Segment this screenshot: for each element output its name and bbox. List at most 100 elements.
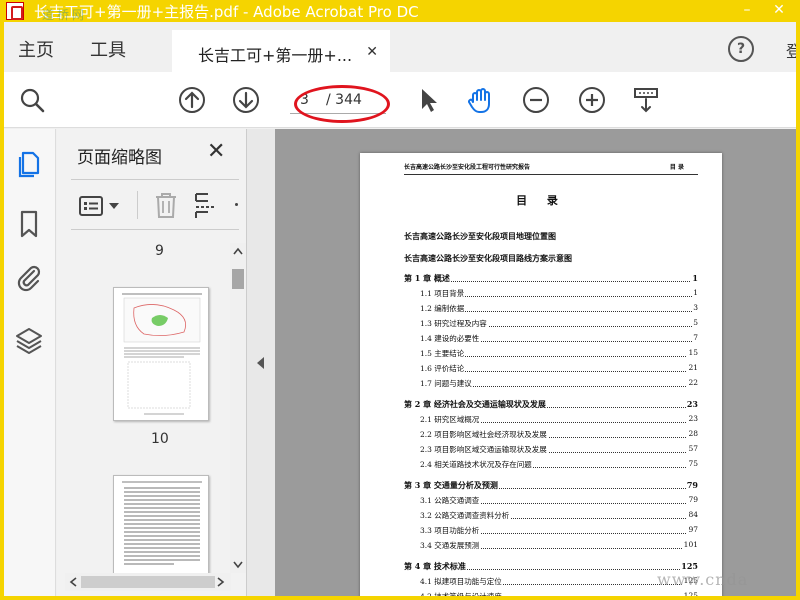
toc-page-number: 23 [685,399,698,409]
divider [71,229,239,230]
toc-chapter-row[interactable]: 第 3 章 交通量分析及预测 79 [360,480,722,491]
toc-entry-text: 1.5 主要结论 [420,348,466,359]
toc-entry-text: 1.7 问题与建议 [420,378,473,389]
thumbnail-page-10[interactable] [113,475,209,575]
scroll-left-icon[interactable] [69,577,77,587]
toc-section-row[interactable]: 2.3 项目影响区域交通运输现状及发展 57 [360,444,722,455]
zoom-out-icon[interactable] [522,86,550,114]
toc-section-row[interactable]: 1.6 评价结论 21 [360,363,722,374]
scroll-down-icon[interactable] [233,561,243,569]
toc-page-number: 15 [687,348,698,357]
tab-document[interactable]: 长吉工可+第一册+... ✕ [172,30,390,72]
toc-chapter-row[interactable]: 第 1 章 概述 1 [360,273,722,284]
thumbnail-label: 9 [155,243,164,259]
close-tab-button[interactable]: ✕ [366,44,378,60]
left-rail [4,129,56,596]
toc-entry-text: 3.4 交通发展预测 [420,540,481,551]
panel-close-button[interactable]: ✕ [207,139,225,164]
layers-icon[interactable] [14,325,44,355]
scroll-up-icon[interactable] [233,247,243,255]
toc-entry-text: 3.3 项目功能分析 [420,525,481,536]
document-page: 长吉高速公路长沙至安化段工程可行性研究报告 目 录 目 录 长吉高速公路长沙至安… [360,153,722,596]
toc-page-number: 125 [682,591,698,596]
toc-page-number: 21 [687,363,698,372]
search-icon[interactable] [18,86,46,114]
toc-entry-text: 第 3 章 交通量分析及预测 [404,480,499,491]
zoom-in-icon[interactable] [578,86,606,114]
trash-icon[interactable] [153,191,179,219]
toc-entry-text: 1.6 评价结论 [420,363,466,374]
page-fit-icon[interactable] [632,86,660,114]
toc-section-row[interactable]: 3.4 交通发展预测 101 [360,540,722,551]
watermark-bottom-right: www.cnda [657,570,749,589]
toc-entry-text: 2.3 项目影响区域交通运输现状及发展 [420,444,548,455]
toc-section-row[interactable]: 2.4 相关道路技术状况及存在问题 75 [360,459,722,470]
options-menu-icon[interactable] [79,195,105,217]
running-head: 长吉高速公路长沙至安化段工程可行性研究报告 目 录 [404,162,698,175]
panel-collapse-handle[interactable] [247,129,275,596]
running-head-right: 目 录 [669,164,684,171]
thumbnail-page-9[interactable] [113,287,209,421]
chevron-down-icon[interactable] [109,203,119,209]
help-button[interactable]: ? [728,36,754,62]
select-arrow-icon[interactable] [414,86,442,114]
scroll-thumb[interactable] [81,576,215,588]
toc-page-number: 79 [687,495,698,504]
document-tab-label: 长吉工可+第一册+... [198,46,353,65]
minimize-button[interactable]: – [732,0,762,22]
acrobat-logo-icon [6,2,24,20]
toc-section-row[interactable]: 1.5 主要结论 15 [360,348,722,359]
toc-section-row[interactable]: 1.2 编制依据 3 [360,303,722,314]
page-thumbnails-icon[interactable] [14,149,44,179]
toc-section-row[interactable]: 3.2 公路交通调查资料分析 84 [360,510,722,521]
bookmark-icon[interactable] [14,209,44,239]
tab-tools[interactable]: 工具 [90,36,126,62]
hand-tool-icon[interactable] [466,86,494,114]
toc-section-row[interactable]: 3.3 项目功能分析 97 [360,525,722,536]
toc-entry-text: 1.3 研究过程及内容 [420,318,488,329]
toc-section-row[interactable]: 1.1 项目背景 1 [360,288,722,299]
toc-entry-text: 第 1 章 概述 [404,273,451,284]
document-view[interactable]: 长吉高速公路长沙至安化段工程可行性研究报告 目 录 目 录 长吉高速公路长沙至安… [275,129,796,596]
attachment-icon[interactable] [14,263,44,293]
sign-in-button[interactable]: 登 [786,38,796,62]
close-window-button[interactable]: ✕ [764,0,794,22]
toc-entry-text: 3.1 公路交通调查 [420,495,481,506]
vertical-scrollbar[interactable] [230,243,246,573]
annotation-circle [294,85,390,123]
extract-pages-icon[interactable] [193,191,219,219]
toc-entry-text: 4.1 拟建项目功能与定位 [420,576,503,587]
toc-section-row[interactable]: 1.4 建设的必要性 7 [360,333,722,344]
panel-title: 页面缩略图 [77,148,162,168]
toc-heading: 目 录 [516,194,566,207]
toc-section-row[interactable]: 1.3 研究过程及内容 5 [360,318,722,329]
toolbar: 3 / 344 [4,72,796,128]
toc-entry-text: 2.1 研究区域概况 [420,414,481,425]
thumbnail-label: 10 [151,431,169,447]
divider [71,179,239,180]
toc-page-number: 84 [687,510,698,519]
scroll-thumb[interactable] [232,269,244,289]
scroll-right-icon[interactable] [217,577,225,587]
thumbnail-panel: 页面缩略图 ✕ 9 10 [57,129,247,596]
tab-home[interactable]: 主页 [18,36,54,62]
toc-chapter-row[interactable]: 第 2 章 经济社会及交通运输现状及发展 23 [360,399,722,410]
toc-section-row[interactable]: 2.1 研究区域概况 23 [360,414,722,425]
toc-section-row[interactable]: 2.2 项目影响区域社会经济现状及发展 28 [360,429,722,440]
toc-section-row[interactable]: 1.7 问题与建议 22 [360,378,722,389]
running-head-title: 长吉高速公路长沙至安化段工程可行性研究报告 [404,164,531,171]
toc-section-row[interactable]: 3.1 公路交通调查 79 [360,495,722,506]
toc-page-number: 1 [692,288,698,297]
toc-section-row[interactable]: 4.2 技术等级与设计速度 125 [360,591,722,596]
toc-entry-text: 3.2 公路交通调查资料分析 [420,510,511,521]
collapse-arrow-icon[interactable] [257,357,264,369]
page-up-icon[interactable] [178,86,206,114]
thumbnail-preview [122,481,202,565]
toc-page-number: 23 [687,414,698,423]
horizontal-scrollbar[interactable] [65,573,231,591]
toc-front-item: 长吉高速公路长沙至安化段项目地理位置图 [404,231,556,241]
more-icon[interactable] [235,203,238,206]
toc-entry-text: 2.2 项目影响区域社会经济现状及发展 [420,429,548,440]
toc-entry-text: 1.2 编制依据 [420,303,466,314]
page-down-icon[interactable] [232,86,260,114]
